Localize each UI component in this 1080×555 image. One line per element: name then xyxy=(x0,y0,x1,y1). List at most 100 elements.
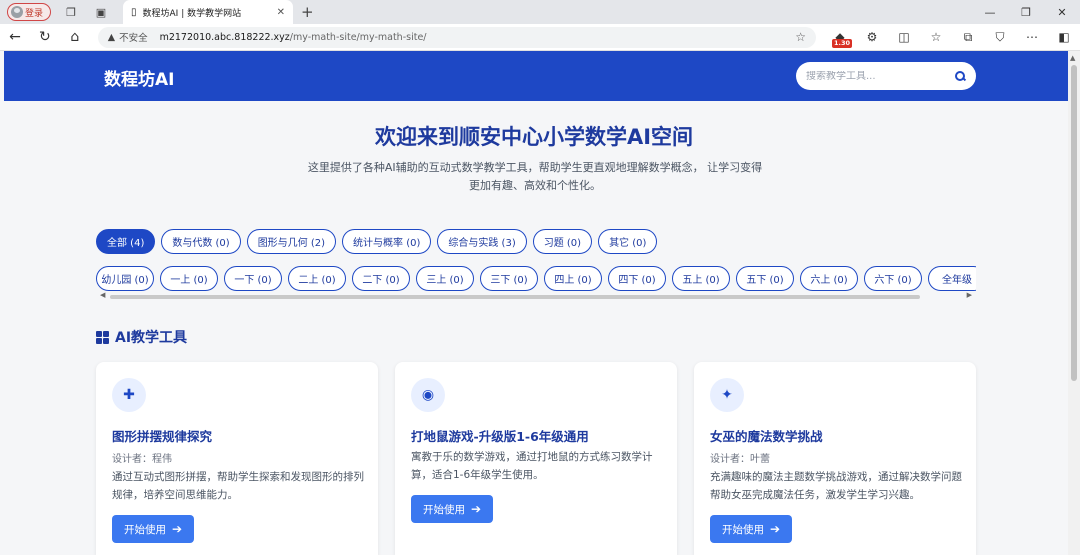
browser-tab-bar: 登录 ❐ ▣ ▯ 数程坊AI | 数学教学网站 ✕ + — ❐ ✕ xyxy=(0,0,1080,24)
search-icon[interactable] xyxy=(954,70,966,82)
grade-4b[interactable]: 四下 (0) xyxy=(608,266,666,291)
tool-card: ✚ 图形拼摆规律探究 设计者：程伟 通过互动式图形拼摆，帮助学生探索和发现图形的… xyxy=(96,362,378,555)
maximize-icon[interactable]: ❐ xyxy=(1008,0,1044,24)
section-title: AI教学工具 xyxy=(115,330,188,346)
description-line: 更加有趣、高效和个性化。 xyxy=(469,179,601,192)
grade-6a[interactable]: 六上 (0) xyxy=(800,266,858,291)
favorites-icon[interactable]: ☆ xyxy=(920,30,952,44)
tool-card: ◉ 打地鼠游戏-升级版1-6年级通用 寓教于乐的数学游戏，通过打地鼠的方式练习数… xyxy=(395,362,677,555)
tool-card: ✦ 女巫的魔法数学挑战 设计者：叶蕾 充满趣味的魔法主题数学挑战游戏，通过解决数… xyxy=(694,362,976,555)
login-button[interactable]: 登录 xyxy=(7,3,51,21)
filter-exercises[interactable]: 习题 (0) xyxy=(532,229,593,254)
puzzle-icon: ✚ xyxy=(112,378,146,412)
url-field[interactable]: ▲ 不安全 m2172010.abc.818222.xyz /my-math-s… xyxy=(97,26,816,48)
back-icon[interactable]: ← xyxy=(0,29,30,45)
card-title[interactable]: 打地鼠游戏-升级版1-6年级通用 xyxy=(411,426,589,445)
filter-statistics[interactable]: 统计与概率 (0) xyxy=(342,229,432,254)
scroll-left-icon[interactable]: ◀ xyxy=(100,291,105,299)
grade-5a[interactable]: 五上 (0) xyxy=(672,266,730,291)
search-input[interactable] xyxy=(806,70,954,82)
grid-icon xyxy=(96,330,109,344)
collections-icon[interactable]: ⧉ xyxy=(952,30,984,45)
home-icon[interactable]: ⌂ xyxy=(60,29,90,45)
browser-tab-active[interactable]: ▯ 数程坊AI | 数学教学网站 ✕ xyxy=(123,0,293,24)
minimize-icon[interactable]: — xyxy=(972,0,1008,24)
puzzle-extensions-icon[interactable]: ⚙ xyxy=(856,30,888,44)
browser-address-bar: ← ↻ ⌂ ▲ 不安全 m2172010.abc.818222.xyz /my-… xyxy=(0,24,1080,51)
page-scrollbar-thumb[interactable] xyxy=(1071,65,1077,381)
site-header: 数程坊AI xyxy=(4,51,1068,101)
scrollbar-thumb[interactable] xyxy=(110,295,920,299)
button-label: 开始使用 xyxy=(722,523,764,536)
page-viewport: 数程坊AI 欢迎来到顺安中心小学数学AI空间 这里提供了各种AI辅助的互动式数学… xyxy=(0,51,1080,555)
profile-icon xyxy=(11,6,23,18)
category-filters: 全部 (4) 数与代数 (0) 图形与几何 (2) 统计与概率 (0) 综合与实… xyxy=(96,229,658,254)
magic-wand-icon: ✦ xyxy=(710,378,744,412)
tab-title: 数程坊AI | 数学教学网站 xyxy=(142,8,242,19)
grade-3a[interactable]: 三上 (0) xyxy=(416,266,474,291)
grade-4a[interactable]: 四上 (0) xyxy=(544,266,602,291)
filter-all[interactable]: 全部 (4) xyxy=(96,229,156,254)
grade-3b[interactable]: 三下 (0) xyxy=(480,266,538,291)
grade-kindergarten[interactable]: 幼儿园 (0) xyxy=(96,266,154,291)
extensions-bar: ◆ 1.30 ⚙ ◫ ☆ ⧉ ⛉ ⋯ ◧ xyxy=(824,30,1080,48)
window-controls: — ❐ ✕ xyxy=(972,0,1080,24)
workspaces-icon[interactable]: ❐ xyxy=(61,2,81,22)
grade-2b[interactable]: 二下 (0) xyxy=(352,266,410,291)
filter-number-algebra[interactable]: 数与代数 (0) xyxy=(161,229,241,254)
description-line: 这里提供了各种AI辅助的互动式数学教学工具，帮助学生更直观地理解数学概念， 让学… xyxy=(307,161,763,174)
warning-icon: ▲ xyxy=(107,31,116,43)
start-button[interactable]: 开始使用 ➔ xyxy=(710,515,793,543)
card-title[interactable]: 图形拼摆规律探究 xyxy=(112,426,212,445)
scroll-up-icon[interactable]: ▲ xyxy=(1070,54,1075,62)
sidebar-icon[interactable]: ◧ xyxy=(1048,30,1080,44)
grade-filters: 幼儿园 (0) 一上 (0) 一下 (0) 二上 (0) 二下 (0) 三上 (… xyxy=(96,266,976,292)
scroll-right-icon[interactable]: ▶ xyxy=(967,291,972,299)
split-screen-icon[interactable]: ◫ xyxy=(888,30,920,44)
page-icon: ▯ xyxy=(131,6,137,18)
start-button[interactable]: 开始使用 ➔ xyxy=(411,495,494,523)
url-host: m2172010.abc.818222.xyz xyxy=(159,31,290,43)
card-description: 充满趣味的魔法主题数学挑战游戏，通过解决数学问题帮助女巫完成魔法任务，激发学生学… xyxy=(710,471,962,501)
grade-5b[interactable]: 五下 (0) xyxy=(736,266,794,291)
grade-1a[interactable]: 一上 (0) xyxy=(160,266,218,291)
start-button[interactable]: 开始使用 ➔ xyxy=(112,515,195,543)
grade-1b[interactable]: 一下 (0) xyxy=(224,266,282,291)
gamepad-icon: ◉ xyxy=(411,378,445,412)
filter-practice[interactable]: 综合与实践 (3) xyxy=(437,229,527,254)
search-box xyxy=(796,62,976,90)
button-label: 开始使用 xyxy=(124,523,166,536)
page-description: 这里提供了各种AI辅助的互动式数学教学工具，帮助学生更直观地理解数学概念， 让学… xyxy=(300,159,770,195)
new-tab-button[interactable]: + xyxy=(301,3,314,21)
grade-6b[interactable]: 六下 (0) xyxy=(864,266,922,291)
more-menu-icon[interactable]: ⋯ xyxy=(1016,30,1048,44)
filter-other[interactable]: 其它 (0) xyxy=(598,229,658,254)
tab-actions-icon[interactable]: ▣ xyxy=(91,2,111,22)
extension-icon[interactable]: ◆ 1.30 xyxy=(824,30,856,48)
extension-badge: 1.30 xyxy=(832,39,853,48)
close-window-icon[interactable]: ✕ xyxy=(1044,0,1080,24)
grade-2a[interactable]: 二上 (0) xyxy=(288,266,346,291)
arrow-right-icon: ➔ xyxy=(471,502,482,516)
page-title: 欢迎来到顺安中心小学数学AI空间 xyxy=(374,125,694,149)
login-label: 登录 xyxy=(25,8,44,19)
refresh-icon[interactable]: ↻ xyxy=(30,29,60,45)
card-designer: 设计者：程伟 xyxy=(112,454,172,465)
card-description: 寓教于乐的数学游戏，通过打地鼠的方式练习数学计算，适合1-6年级学生使用。 xyxy=(411,451,653,481)
card-designer: 设计者：叶蕾 xyxy=(710,454,770,465)
filter-geometry[interactable]: 图形与几何 (2) xyxy=(246,229,337,254)
favorite-star-icon[interactable]: ☆ xyxy=(795,30,806,44)
grade-scrollbar[interactable]: ◀ ▶ xyxy=(96,291,976,301)
arrow-right-icon: ➔ xyxy=(172,522,183,536)
section-heading: AI教学工具 xyxy=(96,327,187,347)
close-tab-icon[interactable]: ✕ xyxy=(277,7,285,18)
card-title[interactable]: 女巫的魔法数学挑战 xyxy=(710,426,823,445)
grade-all[interactable]: 全年级 xyxy=(928,266,976,291)
card-description: 通过互动式图形拼摆，帮助学生探索和发现图形的排列规律，培养空间思维能力。 xyxy=(112,471,364,501)
button-label: 开始使用 xyxy=(423,503,465,516)
page-scrollbar[interactable]: ▲ xyxy=(1068,51,1080,555)
url-path: /my-math-site/my-math-site/ xyxy=(289,31,427,43)
arrow-right-icon: ➔ xyxy=(770,522,781,536)
site-brand[interactable]: 数程坊AI xyxy=(104,65,174,90)
shield-icon[interactable]: ⛉ xyxy=(984,30,1016,45)
